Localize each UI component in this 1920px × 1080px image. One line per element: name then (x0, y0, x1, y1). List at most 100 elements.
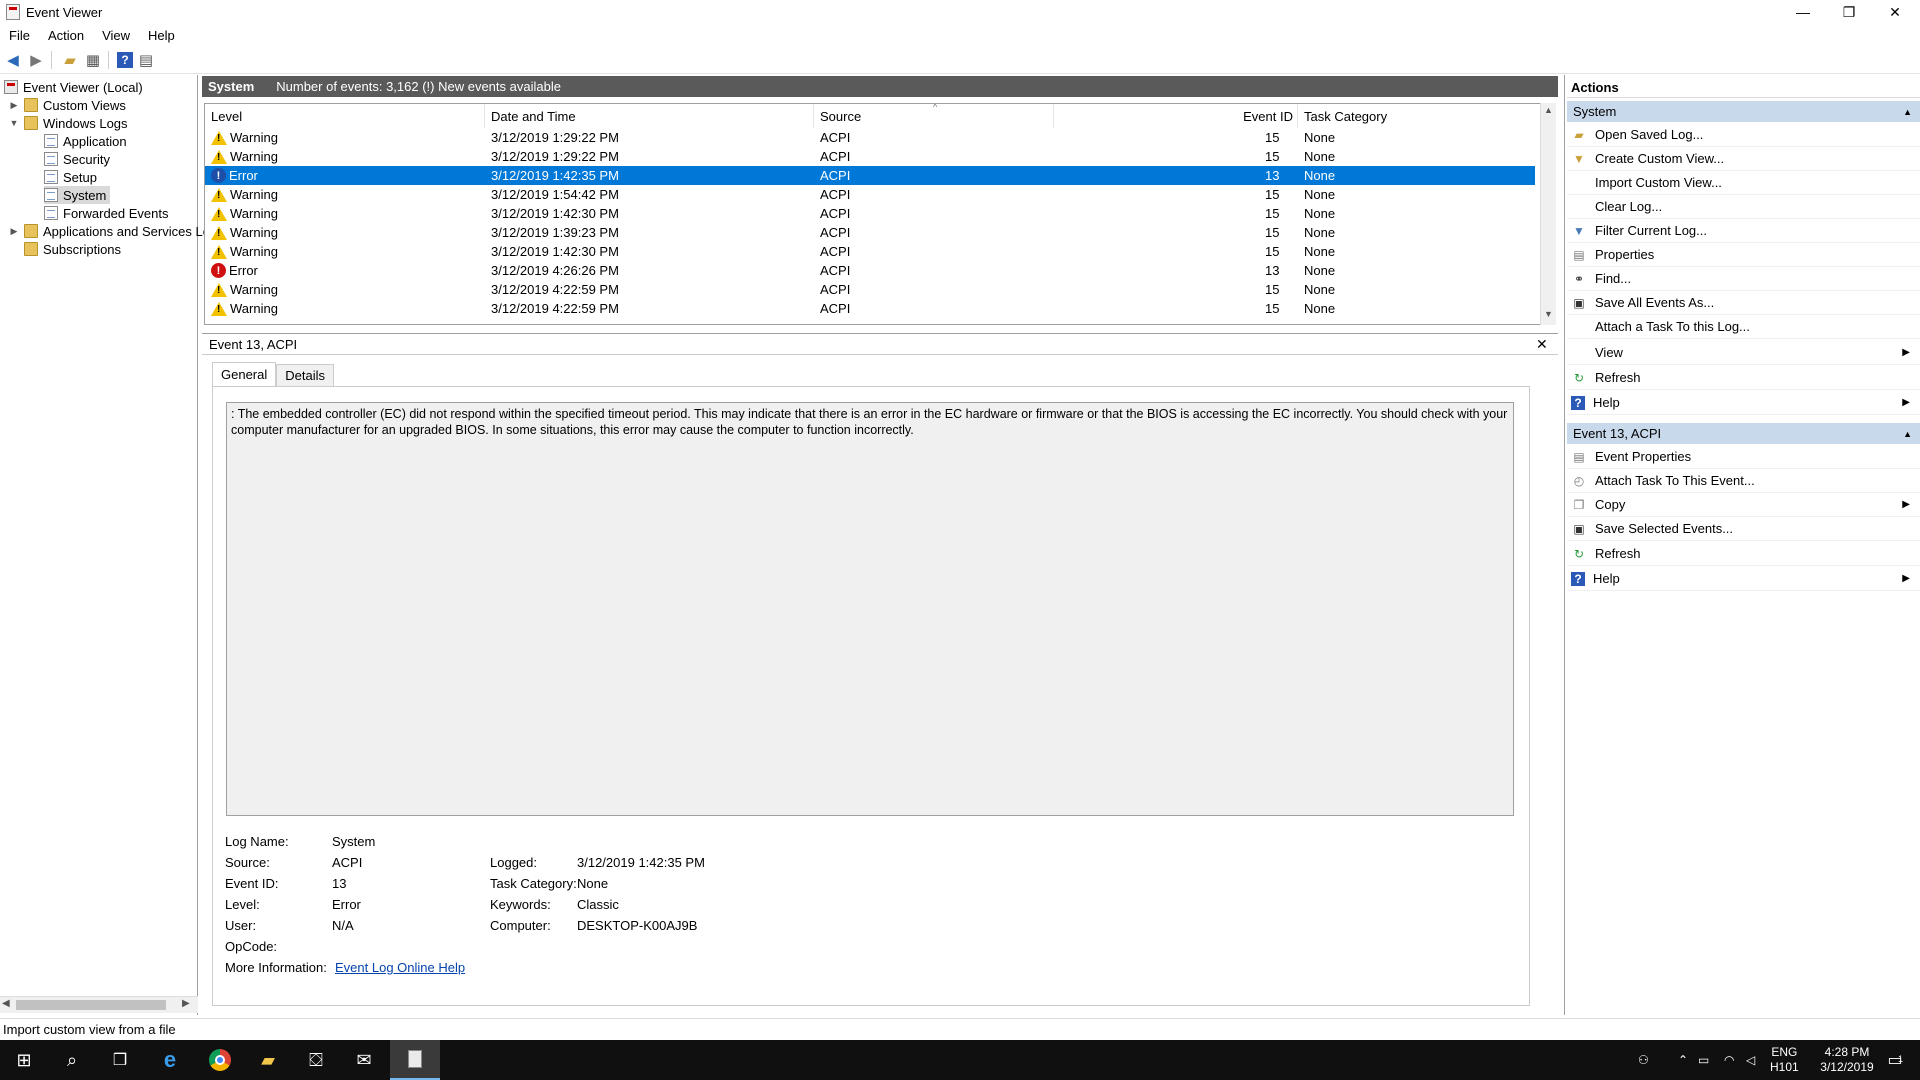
action-event-properties[interactable]: ▤ Event Properties (1567, 445, 1920, 469)
mail-icon[interactable]: ✉ (340, 1040, 388, 1080)
collapse-arrow-icon[interactable]: ▲ (1903, 107, 1912, 117)
table-row[interactable]: Warning 3/12/2019 4:22:59 PM ACPI 15 Non… (205, 280, 1535, 299)
action-filter-current-log[interactable]: ▼ Filter Current Log... (1567, 219, 1920, 243)
table-row[interactable]: Warning 3/12/2019 1:39:23 PM ACPI 15 Non… (205, 223, 1535, 242)
help-icon[interactable]: ? (117, 51, 133, 68)
column-header-date[interactable]: Date and Time (485, 104, 814, 128)
event-log-online-help-link[interactable]: Event Log Online Help (335, 960, 465, 975)
actions-section-system[interactable]: System ▲ (1567, 101, 1920, 122)
tree-item-forwarded-events[interactable]: Forwarded Events (44, 204, 169, 222)
search-icon[interactable]: ⌕ (48, 1040, 96, 1080)
warning-icon (211, 301, 227, 316)
event-list-vertical-scrollbar[interactable]: ▲ ▼ (1540, 103, 1556, 325)
people-icon[interactable]: ⚇ (1638, 1040, 1649, 1080)
close-button[interactable]: ✕ (1872, 0, 1918, 24)
toolbar-separator (108, 50, 109, 69)
action-copy[interactable]: ❐ Copy ▶ (1567, 493, 1920, 517)
table-row[interactable]: Warning 3/12/2019 1:29:22 PM ACPI 15 Non… (205, 128, 1535, 147)
action-help-event[interactable]: ? Help ▶ (1567, 567, 1920, 591)
event-description[interactable]: : The embedded controller (EC) did not r… (226, 402, 1514, 816)
table-row[interactable]: Warning 3/12/2019 4:22:59 PM ACPI 15 Non… (205, 299, 1535, 318)
tree-item-subscriptions[interactable]: Subscriptions (24, 240, 121, 258)
action-view[interactable]: View ▶ (1567, 341, 1920, 365)
tray-expand-icon[interactable]: ⌃ (1678, 1040, 1688, 1080)
scroll-thumb[interactable] (16, 1000, 166, 1010)
minimize-button[interactable]: — (1780, 0, 1826, 24)
action-properties[interactable]: ▤ Properties (1567, 243, 1920, 267)
event-viewer-taskbar-icon[interactable] (390, 1040, 440, 1080)
table-row-selected[interactable]: ! Error 3/12/2019 1:42:35 PM ACPI 13 None (205, 166, 1535, 185)
chrome-browser-icon[interactable] (196, 1040, 244, 1080)
menu-view[interactable]: View (93, 28, 139, 43)
action-clear-log[interactable]: Clear Log... (1567, 195, 1920, 219)
tree-horizontal-scrollbar[interactable]: ◀ ▶ (0, 996, 198, 1013)
store-icon[interactable]: ⛋ (292, 1040, 340, 1080)
file-explorer-icon[interactable]: ▰ (244, 1040, 292, 1080)
tree-item-root[interactable]: Event Viewer (Local) (4, 78, 143, 96)
scroll-right-icon[interactable]: ▶ (182, 998, 190, 1009)
menu-help[interactable]: Help (139, 28, 184, 43)
expand-arrow-icon[interactable]: ▶ (8, 100, 20, 111)
back-arrow-icon[interactable]: ◀ (3, 50, 23, 70)
wifi-icon[interactable]: ◠ (1724, 1040, 1734, 1080)
maximize-button[interactable]: ❐ (1826, 0, 1872, 24)
tree-item-setup[interactable]: Setup (44, 168, 97, 186)
toolbar-separator (51, 50, 52, 69)
properties-icon: ▤ (1573, 247, 1585, 262)
collapse-arrow-icon[interactable]: ▼ (8, 118, 20, 128)
tree-item-system[interactable]: System (44, 186, 111, 204)
action-find[interactable]: ⚭ Find... (1567, 267, 1920, 291)
value-keywords: Classic (577, 897, 619, 912)
column-header-task-category[interactable]: Task Category (1298, 104, 1538, 128)
task-view-icon[interactable]: ❒ (96, 1040, 144, 1080)
collapse-arrow-icon[interactable]: ▲ (1903, 429, 1912, 439)
table-row[interactable]: Warning 3/12/2019 1:42:30 PM ACPI 15 Non… (205, 242, 1535, 261)
action-import-custom-view[interactable]: Import Custom View... (1567, 171, 1920, 195)
actions-section-event[interactable]: Event 13, ACPI ▲ (1567, 423, 1920, 444)
show-hide-action-pane-icon[interactable]: ▤ (136, 50, 156, 70)
start-windows-icon[interactable]: ⊞ (0, 1040, 48, 1080)
action-attach-task-to-log[interactable]: Attach a Task To this Log... (1567, 315, 1920, 339)
menu-file[interactable]: File (0, 28, 39, 43)
tree-item-custom-views[interactable]: ▶ Custom Views (8, 96, 126, 114)
up-folder-icon[interactable]: ▰ (60, 50, 80, 70)
forward-arrow-icon[interactable]: ▶ (26, 50, 46, 70)
table-row[interactable]: ! Error 3/12/2019 4:26:26 PM ACPI 13 None (205, 261, 1535, 280)
action-help[interactable]: ? Help ▶ (1567, 391, 1920, 415)
action-refresh[interactable]: ↻ Refresh (1567, 366, 1920, 390)
event-viewer-app-icon (6, 4, 20, 20)
close-detail-icon[interactable]: ✕ (1536, 336, 1548, 353)
action-save-all-events[interactable]: ▣ Save All Events As... (1567, 291, 1920, 315)
tree-item-apps-services[interactable]: ▶ Applications and Services Lo (8, 222, 210, 240)
battery-icon[interactable]: ▭ (1698, 1040, 1709, 1080)
scroll-left-icon[interactable]: ◀ (2, 998, 10, 1009)
tree-item-application[interactable]: Application (44, 132, 127, 150)
table-row[interactable]: Warning 3/12/2019 1:54:42 PM ACPI 15 Non… (205, 185, 1535, 204)
menu-action[interactable]: Action (39, 28, 93, 43)
input-language[interactable]: ENG H101 (1770, 1040, 1799, 1080)
properties-icon: ▤ (1573, 449, 1585, 464)
action-attach-task-to-event[interactable]: ◴ Attach Task To This Event... (1567, 469, 1920, 493)
column-header-level[interactable]: Level (205, 104, 485, 128)
table-row[interactable]: Warning 3/12/2019 1:29:22 PM ACPI 15 Non… (205, 147, 1535, 166)
submenu-arrow-icon: ▶ (1902, 499, 1910, 510)
notification-center-icon[interactable]: ▭ (1880, 1040, 1910, 1080)
action-open-saved-log[interactable]: ▰ Open Saved Log... (1567, 123, 1920, 147)
action-refresh-event[interactable]: ↻ Refresh (1567, 542, 1920, 566)
scroll-up-icon[interactable]: ▲ (1544, 105, 1553, 115)
scroll-down-icon[interactable]: ▼ (1544, 309, 1553, 319)
action-create-custom-view[interactable]: ▼ Create Custom View... (1567, 147, 1920, 171)
tree-item-security[interactable]: Security (44, 150, 110, 168)
action-save-selected-events[interactable]: ▣ Save Selected Events... (1567, 517, 1920, 541)
column-header-event-id[interactable]: Event ID (1054, 104, 1298, 128)
clock[interactable]: 4:28 PM 3/12/2019 (1812, 1040, 1882, 1080)
tab-details[interactable]: Details (276, 364, 334, 386)
table-row[interactable]: Warning 3/12/2019 1:42:30 PM ACPI 15 Non… (205, 204, 1535, 223)
volume-icon[interactable]: ◁ (1746, 1040, 1755, 1080)
show-hide-tree-icon[interactable]: ▦ (83, 50, 103, 70)
status-text: Import custom view from a file (3, 1022, 176, 1037)
tree-item-windows-logs[interactable]: ▼ Windows Logs (8, 114, 128, 132)
expand-arrow-icon[interactable]: ▶ (8, 226, 20, 237)
edge-browser-icon[interactable]: e (146, 1040, 194, 1080)
tab-general[interactable]: General (212, 362, 277, 386)
